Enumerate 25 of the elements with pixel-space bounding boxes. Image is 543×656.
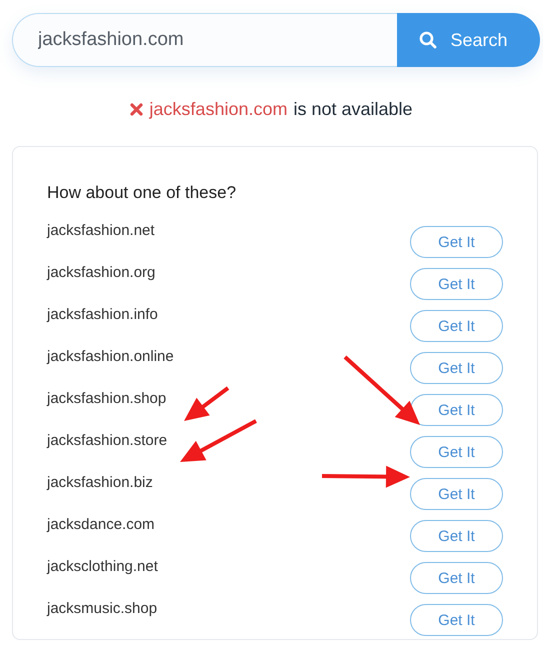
get-it-button[interactable]: Get It — [410, 352, 503, 384]
domain-name: jacksdance.com — [47, 516, 155, 533]
domain-name: jacksclothing.net — [47, 558, 158, 575]
domain-name: jacksmusic.shop — [47, 600, 158, 617]
domain-name: jacksfashion.org — [47, 264, 156, 281]
get-it-button[interactable]: Get It — [410, 268, 503, 300]
get-it-button[interactable]: Get It — [410, 436, 503, 468]
suggestions-heading: How about one of these? — [47, 183, 238, 203]
domain-name: jacksfashion.online — [47, 348, 174, 365]
get-it-button[interactable]: Get It — [410, 520, 503, 552]
domain-name: jacksfashion.net — [47, 222, 155, 239]
search-icon — [419, 31, 438, 49]
get-it-button[interactable]: Get It — [410, 394, 503, 426]
get-it-button[interactable]: Get It — [410, 310, 503, 342]
status-message: is not available — [293, 99, 413, 120]
get-it-button[interactable]: Get It — [410, 226, 503, 258]
domain-name: jacksfashion.info — [47, 306, 158, 323]
get-it-button[interactable]: Get It — [410, 604, 503, 636]
search-button[interactable]: Search — [397, 13, 540, 67]
domain-name: jacksfashion.shop — [47, 390, 166, 407]
get-it-button[interactable]: Get It — [410, 478, 503, 510]
domain-name: jacksfashion.biz — [47, 474, 153, 491]
domain-name: jacksfashion.store — [47, 432, 168, 449]
get-it-button[interactable]: Get It — [410, 562, 503, 594]
domain-name: jacksfashion.com — [149, 99, 288, 120]
